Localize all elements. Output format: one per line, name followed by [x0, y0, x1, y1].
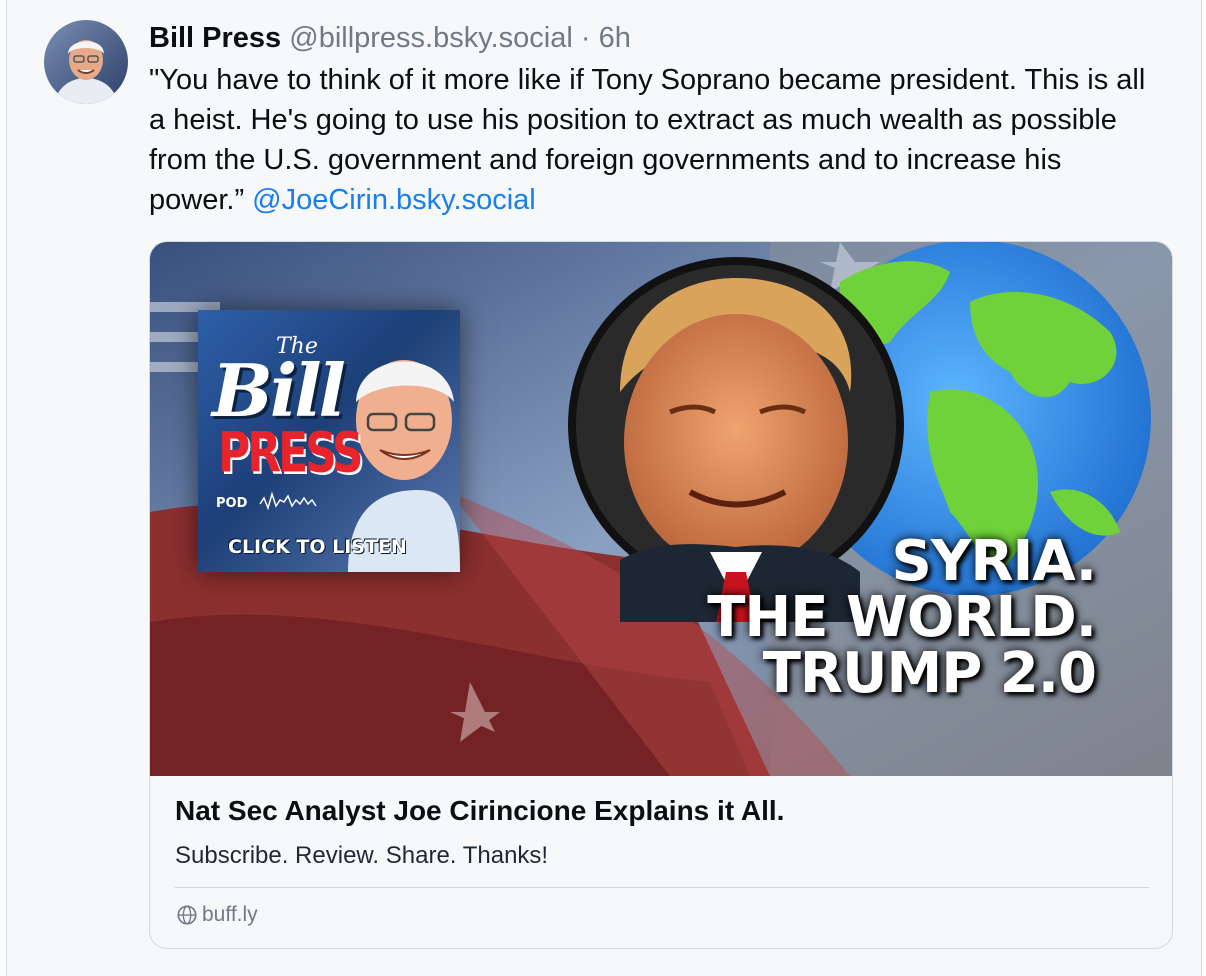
link-card-description: Subscribe. Review. Share. Thanks!: [175, 842, 549, 869]
post-text: "You have to think of it more like if To…: [149, 60, 1159, 220]
link-card-domain-text: buff.ly: [202, 903, 258, 926]
author-avatar[interactable]: [44, 20, 128, 104]
headline-line-1: SYRIA.: [891, 529, 1097, 594]
link-card-divider: [175, 887, 1149, 888]
podcast-bill-text: Bill: [212, 348, 346, 433]
click-to-listen-label[interactable]: CLICK TO LISTEN: [228, 536, 407, 558]
author-handle[interactable]: @billpress.bsky.social: [289, 22, 573, 54]
post-timestamp[interactable]: 6h: [599, 22, 631, 54]
headline-line-2: THE WORLD.: [707, 585, 1097, 650]
podcast-press-text: PRESS: [218, 421, 364, 486]
user-avatar-icon: [44, 20, 128, 104]
thumbnail-headline: SYRIA. THE WORLD. TRUMP 2.0: [707, 529, 1097, 706]
mention-link[interactable]: @JoeCirin.bsky.social: [252, 184, 536, 216]
post-card[interactable]: Bill Press @billpress.bsky.social · 6h "…: [6, 0, 1202, 976]
podcast-pod-text: POD: [216, 496, 248, 511]
post-header: Bill Press @billpress.bsky.social · 6h: [149, 20, 631, 56]
link-card-title[interactable]: Nat Sec Analyst Joe Cirincione Explains …: [175, 795, 784, 827]
link-card-thumbnail[interactable]: The Bill PRESS POD CLICK TO LISTEN SYRIA…: [150, 242, 1172, 776]
podcast-promo-tile[interactable]: The Bill PRESS POD CLICK TO LISTEN: [198, 310, 460, 572]
globe-icon: [177, 905, 197, 925]
headline-line-3: TRUMP 2.0: [762, 641, 1097, 706]
link-card[interactable]: The Bill PRESS POD CLICK TO LISTEN SYRIA…: [149, 241, 1173, 949]
link-card-domain[interactable]: buff.ly: [176, 903, 258, 927]
author-display-name[interactable]: Bill Press: [149, 22, 281, 54]
header-separator: ·: [580, 22, 591, 54]
